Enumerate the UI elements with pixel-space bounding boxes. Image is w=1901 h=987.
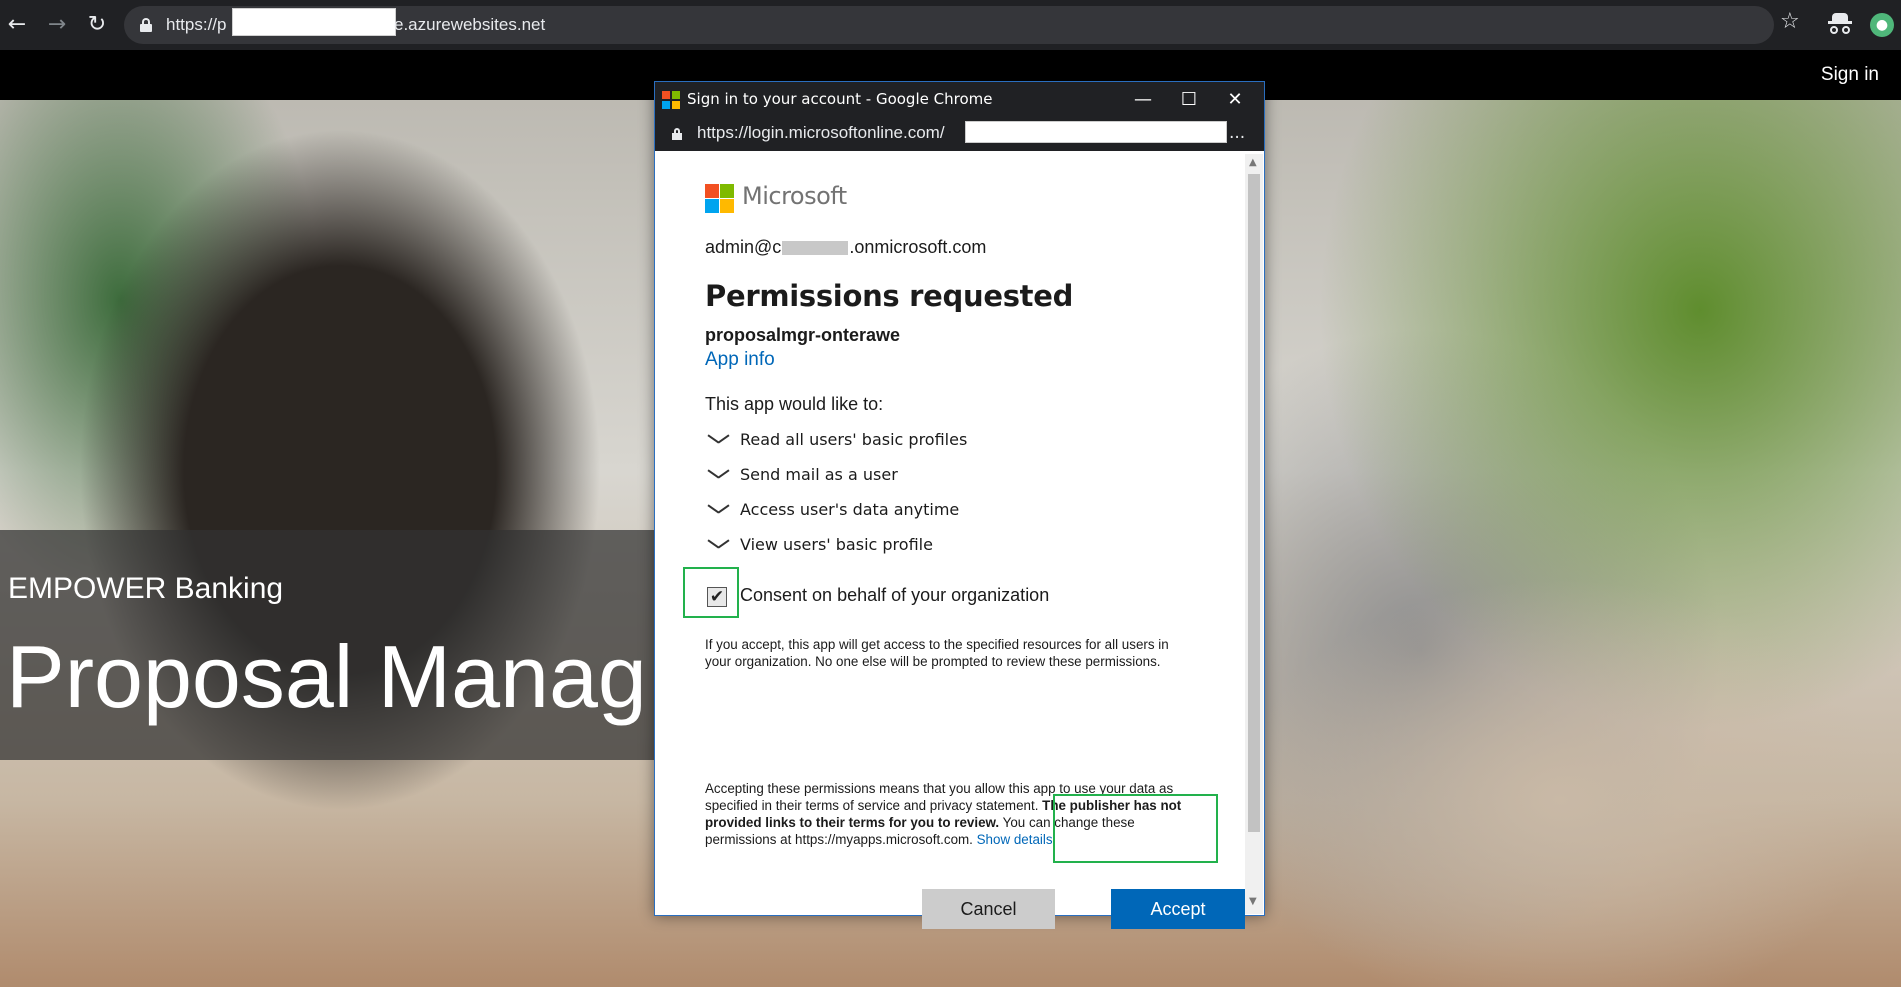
back-arrow-icon[interactable]: ← (2, 10, 32, 40)
account-email: admin@c .onmicrosoft.com (705, 237, 986, 258)
signin-popup-window: Sign in to your account - Google Chrome … (654, 81, 1265, 929)
incognito-icon[interactable] (1828, 13, 1852, 35)
reload-icon[interactable]: ↻ (82, 10, 112, 40)
permissions-heading: Permissions requested (705, 279, 1074, 313)
fine-print-scope: If you accept, this app will get access … (705, 637, 1169, 669)
popup-window-title: Sign in to your account - Google Chrome (687, 90, 993, 108)
permission-item[interactable]: Send mail as a user (705, 465, 1225, 500)
close-icon[interactable]: ✕ (1212, 85, 1258, 115)
scroll-thumb[interactable] (1248, 174, 1260, 832)
url-prefix: https://p (166, 15, 227, 34)
permission-label: Access user's data anytime (740, 500, 960, 519)
popup-scrollbar[interactable]: ▲ ▼ (1245, 154, 1263, 914)
forward-arrow-icon[interactable]: → (42, 10, 72, 40)
url-suffix: e.azurewebsites.net (394, 15, 546, 34)
star-icon[interactable]: ☆ (1780, 9, 1800, 34)
minimize-icon[interactable]: — (1120, 85, 1166, 115)
lock-icon (672, 128, 682, 140)
chevron-down-icon[interactable] (707, 467, 729, 481)
hero-title: Proposal Manag (6, 627, 647, 726)
permission-label: Read all users' basic profiles (740, 430, 968, 449)
popup-address-bar: https://login.microsoftonline.com/ ... (655, 117, 1264, 151)
url-redaction (232, 8, 396, 36)
show-details-link[interactable]: Show details (977, 832, 1053, 847)
microsoft-logo-icon (662, 91, 680, 109)
scroll-up-arrow-icon[interactable]: ▲ (1249, 157, 1257, 168)
cancel-button[interactable]: Cancel (922, 889, 1055, 929)
app-request-intro: This app would like to: (705, 394, 884, 414)
address-bar[interactable]: https://p e.azurewebsites.net (124, 6, 1774, 44)
browser-toolbar: ← → ↻ https://p e.azurewebsites.net ☆ ● (0, 0, 1901, 50)
chevron-down-icon[interactable] (707, 537, 729, 551)
url-ellipsis: ... (1229, 123, 1246, 143)
permission-item[interactable]: Read all users' basic profiles (705, 430, 1225, 465)
lock-icon (140, 18, 152, 32)
chevron-down-icon[interactable] (707, 502, 729, 516)
account-suffix: .onmicrosoft.com (849, 237, 987, 257)
permission-item[interactable]: View users' basic profile (705, 535, 1225, 570)
permission-label: View users' basic profile (740, 535, 933, 554)
url-redaction (965, 121, 1227, 143)
consent-row[interactable]: ✔ Consent on behalf of your organization (705, 581, 1225, 611)
accept-button[interactable]: Accept (1111, 889, 1245, 929)
permission-list: Read all users' basic profiles Send mail… (705, 430, 1225, 570)
account-redaction (782, 241, 849, 256)
hero-subtitle: EMPOWER Banking (8, 572, 284, 605)
profile-avatar-icon[interactable]: ● (1870, 13, 1894, 37)
popup-url: https://login.microsoftonline.com/ (697, 123, 945, 142)
maximize-icon[interactable]: ☐ (1166, 85, 1212, 115)
account-prefix: admin@c (705, 237, 782, 257)
chevron-down-icon[interactable] (707, 432, 729, 446)
permission-label: Send mail as a user (740, 465, 898, 484)
app-info-link[interactable]: App info (705, 349, 775, 371)
app-name: proposalmgr-onterawe (705, 325, 901, 345)
consent-label[interactable]: Consent on behalf of your organization (740, 585, 1049, 606)
permission-item[interactable]: Access user's data anytime (705, 500, 1225, 535)
checkbox-highlight-box (683, 567, 739, 618)
accept-highlight-box (1053, 794, 1218, 863)
scroll-down-arrow-icon[interactable]: ▼ (1249, 896, 1257, 907)
microsoft-logo-icon (705, 184, 734, 213)
popup-titlebar: Sign in to your account - Google Chrome … (655, 82, 1264, 117)
microsoft-wordmark: Microsoft (742, 182, 847, 210)
sign-in-link[interactable]: Sign in (1821, 64, 1879, 86)
